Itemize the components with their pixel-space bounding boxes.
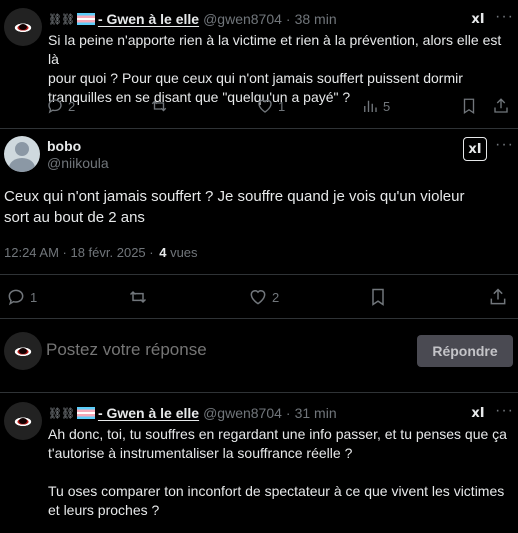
grok-button[interactable]: xI <box>463 137 487 161</box>
bookmark-button[interactable] <box>368 287 388 307</box>
default-avatar[interactable] <box>4 136 40 172</box>
default-avatar-head <box>15 142 29 156</box>
tweet-text: Ceux qui n'ont jamais souffert ? Je souf… <box>4 186 514 228</box>
tweet-text-line: Ah donc, toi, tu souffres en regardant u… <box>48 426 507 442</box>
views-label: vues <box>170 245 198 260</box>
avatar[interactable] <box>4 402 42 440</box>
reply-count: 2 <box>68 98 76 114</box>
top-tweet-header: ⛓⛓ - Gwen à le elle @gwen8704 · 38 min <box>48 11 337 27</box>
repost-button[interactable] <box>150 97 168 115</box>
timestamp[interactable]: 38 min <box>295 11 337 27</box>
tweet-text-line: Ceux qui n'ont jamais souffert ? Je souf… <box>4 188 465 205</box>
reply-tweet-header: ⛓⛓ - Gwen à le elle @gwen8704 · 31 min <box>48 405 337 421</box>
user-handle[interactable]: @niikoula <box>47 155 109 171</box>
like-button[interactable]: 1 <box>256 97 285 115</box>
tweet-text-line: pour quoi ? Pour que ceux qui n'ont jama… <box>48 70 463 86</box>
reply-icon <box>8 289 24 306</box>
tweet-text: Ah donc, toi, tu souffres en regardant u… <box>48 425 514 520</box>
user-handle[interactable]: @gwen8704 <box>203 405 282 421</box>
chain-link-icon: ⛓⛓ <box>48 407 75 420</box>
separator-dot: · <box>285 405 291 421</box>
display-name[interactable]: - Gwen à le elle <box>98 11 199 27</box>
timestamp[interactable]: 31 min <box>295 405 337 421</box>
like-button[interactable]: 2 <box>248 287 279 307</box>
default-avatar-body <box>9 158 35 172</box>
tweet-text-line: sort au bout de 2 ans <box>4 209 145 226</box>
tweet-text-line: et leurs proches ? <box>48 502 160 518</box>
divider <box>0 318 518 319</box>
more-options-icon[interactable]: ··· <box>495 8 514 26</box>
like-count: 1 <box>278 98 286 114</box>
avatar[interactable] <box>4 332 42 370</box>
bookmark-icon <box>372 288 384 306</box>
tweet-text-line: Tu oses comparer ton inconfort de specta… <box>48 483 505 499</box>
repost-button[interactable] <box>128 287 148 307</box>
display-name[interactable]: bobo <box>47 138 81 154</box>
separator-dot: · <box>285 11 291 27</box>
tweet-text-line: t'autorise à instrumentaliser la souffra… <box>48 445 353 461</box>
tweet-text-line: Si la peine n'apporte rien à la victime … <box>48 32 502 67</box>
reply-button[interactable]: 2 <box>46 97 75 115</box>
divider <box>0 392 518 393</box>
heart-icon <box>250 290 266 305</box>
reply-button[interactable]: 1 <box>6 287 37 307</box>
tweet-timestamp[interactable]: 12:24 AM · 18 févr. 2025 · <box>4 245 154 260</box>
views-chart-icon <box>364 100 377 112</box>
reply-icon <box>48 99 62 114</box>
share-icon <box>494 98 508 113</box>
bookmark-button[interactable] <box>460 97 478 115</box>
tweet-text: Si la peine n'apporte rien à la victime … <box>48 31 514 107</box>
tweet-meta: 12:24 AM · 18 févr. 2025 · 4 vues <box>4 245 198 260</box>
like-count: 2 <box>272 289 280 305</box>
trans-flag-icon <box>76 407 95 419</box>
views-count: 5 <box>383 98 391 114</box>
reply-submit-button[interactable]: Répondre <box>417 335 513 367</box>
reply-count: 1 <box>30 289 38 305</box>
bookmark-icon <box>463 98 475 115</box>
chain-link-icon: ⛓⛓ <box>48 13 75 26</box>
grok-icon: xI <box>468 141 482 157</box>
repost-icon <box>129 290 147 304</box>
trans-flag-icon <box>76 13 95 25</box>
share-button[interactable] <box>492 97 510 115</box>
user-handle[interactable]: @gwen8704 <box>203 11 282 27</box>
divider <box>0 274 518 275</box>
avatar[interactable] <box>4 8 42 46</box>
views-button[interactable]: 5 <box>361 97 390 115</box>
more-options-icon[interactable]: ··· <box>495 136 514 154</box>
share-icon <box>490 288 506 305</box>
heart-icon <box>258 99 272 113</box>
grok-icon[interactable]: xI <box>471 13 485 27</box>
more-options-icon[interactable]: ··· <box>495 402 514 420</box>
display-name[interactable]: - Gwen à le elle <box>98 405 199 421</box>
grok-icon[interactable]: xI <box>471 407 485 421</box>
divider <box>0 128 518 129</box>
reply-input[interactable] <box>46 337 406 363</box>
views-count: 4 <box>159 245 167 260</box>
share-button[interactable] <box>488 287 508 307</box>
repost-icon <box>151 100 167 112</box>
